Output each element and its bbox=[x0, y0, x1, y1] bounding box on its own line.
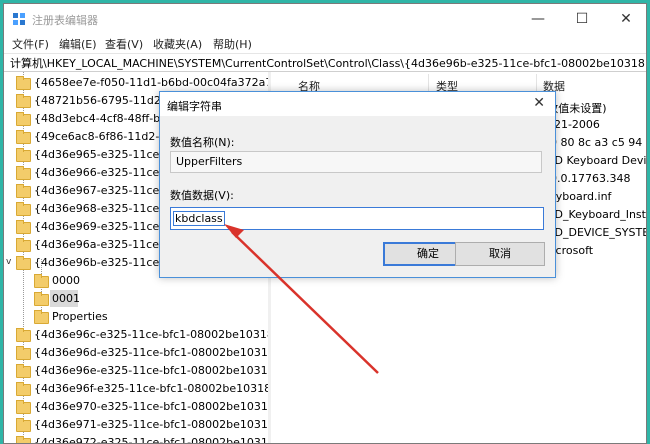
menu-help[interactable]: 帮助(H) bbox=[213, 36, 252, 52]
registry-editor-icon bbox=[13, 13, 25, 25]
menu-bar: 文件(F) 编辑(E) 查看(V) 收藏夹(A) 帮助(H) bbox=[4, 34, 646, 54]
tree-item-label: Properties bbox=[52, 310, 108, 323]
value-data-cell[interactable]: HID_DEVICE_SYSTEM bbox=[543, 226, 646, 239]
dialog-title: 编辑字符串 bbox=[167, 100, 222, 113]
tree-item-label: {4d36e96c-e325-11ce-bfc1-08002be10318} bbox=[34, 328, 268, 341]
chevron-down-icon[interactable]: v bbox=[6, 254, 11, 271]
folder-icon bbox=[16, 436, 31, 443]
folder-icon bbox=[16, 328, 31, 342]
cancel-button[interactable]: 取消 bbox=[455, 242, 545, 266]
value-data-cell[interactable]: 10.0.17763.348 bbox=[543, 172, 630, 185]
folder-icon bbox=[16, 184, 31, 198]
folder-icon bbox=[16, 148, 31, 162]
maximize-button[interactable]: ☐ bbox=[560, 4, 604, 34]
menu-file[interactable]: 文件(F) bbox=[12, 36, 49, 52]
folder-icon bbox=[16, 130, 31, 144]
folder-icon bbox=[34, 310, 49, 324]
folder-icon bbox=[16, 346, 31, 360]
tree-item-label: {4d36e970-e325-11ce-bfc1-08002be10318} bbox=[34, 400, 268, 413]
tree-item-label: {4658ee7e-f050-11d1-b6bd-00c04fa372a7} bbox=[34, 76, 268, 89]
menu-favorites[interactable]: 收藏夹(A) bbox=[153, 36, 202, 52]
folder-icon bbox=[16, 76, 31, 90]
address-bar[interactable]: 计算机\HKEY_LOCAL_MACHINE\SYSTEM\CurrentCon… bbox=[4, 53, 646, 72]
value-data-text[interactable]: kbdclass bbox=[173, 211, 225, 226]
folder-icon bbox=[16, 382, 31, 396]
folder-icon bbox=[16, 238, 31, 252]
folder-icon bbox=[16, 418, 31, 432]
folder-icon bbox=[16, 112, 31, 126]
value-data-input[interactable]: kbdclass bbox=[170, 207, 544, 230]
tree-item-label: {4d36e96f-e325-11ce-bfc1-08002be10318} bbox=[34, 382, 268, 395]
tree-item-label: {48d3ebc4-4cf8-48ff-b86 bbox=[34, 112, 175, 125]
dialog-title-bar[interactable]: 编辑字符串 ✕ bbox=[160, 92, 555, 116]
tree-item-label: {4d36e96a-e325-11ce-bfc bbox=[34, 238, 180, 251]
value-data-cell[interactable]: HID Keyboard Devic bbox=[543, 154, 646, 167]
value-data-cell[interactable]: HID_Keyboard_Inst.N bbox=[543, 208, 646, 221]
tree-item-label: {4d36e96d-e325-11ce-bfc1-08002be10318} bbox=[34, 346, 268, 359]
address-path[interactable]: 计算机\HKEY_LOCAL_MACHINE\SYSTEM\CurrentCon… bbox=[10, 55, 646, 71]
value-name-field: UpperFilters bbox=[170, 151, 542, 173]
folder-icon bbox=[34, 274, 49, 288]
tree-item-label: {4d36e96e-e325-11ce-bfc1-08002be10318} bbox=[34, 364, 268, 377]
title-bar[interactable]: 注册表编辑器 — ☐ ✕ bbox=[4, 4, 646, 34]
folder-icon bbox=[16, 400, 31, 414]
value-name-text: UpperFilters bbox=[176, 155, 243, 168]
window-title: 注册表编辑器 bbox=[32, 14, 98, 27]
edit-string-dialog: 编辑字符串 ✕ 数值名称(N): UpperFilters 数值数据(V): k… bbox=[159, 91, 556, 278]
folder-open-icon bbox=[16, 256, 31, 270]
folder-icon bbox=[34, 292, 49, 306]
tree-item-label: 0000 bbox=[52, 274, 80, 287]
menu-edit[interactable]: 编辑(E) bbox=[59, 36, 97, 52]
folder-icon bbox=[16, 220, 31, 234]
menu-view[interactable]: 查看(V) bbox=[105, 36, 143, 52]
tree-item-label: {49ce6ac8-6f86-11d2-b1 bbox=[34, 130, 174, 143]
dialog-close-button[interactable]: ✕ bbox=[533, 95, 545, 111]
folder-icon bbox=[16, 364, 31, 378]
folder-icon bbox=[16, 94, 31, 108]
value-name-label: 数值名称(N): bbox=[170, 136, 235, 149]
value-data-cell[interactable]: 00 80 8c a3 c5 94 c bbox=[543, 136, 646, 149]
tree-item-label: 0001 bbox=[52, 292, 80, 305]
minimize-button[interactable]: — bbox=[516, 4, 560, 34]
value-data-label: 数值数据(V): bbox=[170, 189, 234, 202]
tree-item-label: {4d36e972-e325-11ce-bfc1-08002be10318} bbox=[34, 436, 268, 444]
folder-icon bbox=[16, 166, 31, 180]
close-button[interactable]: ✕ bbox=[604, 4, 646, 34]
tree-item-label: {48721b56-6795-11d2-b bbox=[34, 94, 172, 107]
tree-item-label: {4d36e971-e325-11ce-bfc1-08002be10318} bbox=[34, 418, 268, 431]
folder-icon bbox=[16, 202, 31, 216]
